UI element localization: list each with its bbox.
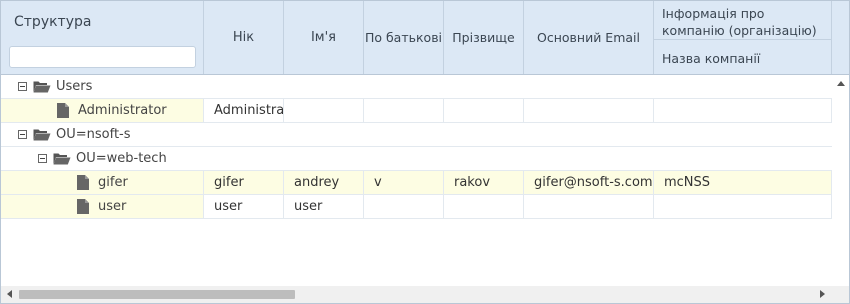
tree-node: gifer xyxy=(77,171,128,194)
tree-row[interactable]: Users xyxy=(1,75,832,99)
column-patronymic[interactable]: По батькові xyxy=(364,1,444,74)
folder-open-icon xyxy=(53,153,71,165)
vertical-scrollbar[interactable] xyxy=(832,75,849,286)
file-icon xyxy=(77,175,89,190)
column-patronymic-label: По батькові xyxy=(364,30,443,45)
column-company-name-label[interactable]: Назва компанії xyxy=(662,51,760,66)
folder-open-icon xyxy=(33,129,51,141)
tree-node-label: user xyxy=(98,199,127,214)
column-surname[interactable]: Прізвище xyxy=(444,1,524,74)
cell-email[interactable] xyxy=(524,99,654,122)
cell-first-name[interactable]: user xyxy=(284,195,364,218)
horizontal-scrollbar[interactable] xyxy=(1,286,849,303)
tree-cell: OU=nsoft-s xyxy=(1,123,832,146)
cell-company[interactable]: mcNSS xyxy=(654,171,832,194)
header-scroll-spacer xyxy=(832,1,849,74)
table-row[interactable]: gifer gifer andrey v rakov gifer@nsoft-s… xyxy=(1,171,832,195)
tree-node: OU=web-tech xyxy=(38,147,167,170)
tree-node-label: gifer xyxy=(98,175,128,190)
cell-company[interactable] xyxy=(654,99,832,122)
directory-grid: Структура Нік Ім'я По батькові Прізвище … xyxy=(0,0,850,304)
structure-search-input[interactable] xyxy=(9,46,196,68)
cell-surname[interactable] xyxy=(444,195,524,218)
tree-cell: Users xyxy=(1,75,832,98)
tree-row[interactable]: OU=nsoft-s xyxy=(1,123,832,147)
cell-company[interactable] xyxy=(654,195,832,218)
column-email[interactable]: Основний Email xyxy=(524,1,654,74)
cell-email[interactable] xyxy=(524,195,654,218)
tree-cell: gifer xyxy=(1,171,204,194)
scroll-right-arrow-icon[interactable] xyxy=(820,290,825,298)
tree-node: OU=nsoft-s xyxy=(18,123,131,146)
tree-cell: user xyxy=(1,195,204,218)
column-structure[interactable]: Структура xyxy=(1,1,204,74)
cell-patronymic[interactable] xyxy=(364,99,444,122)
tree-row[interactable]: OU=web-tech xyxy=(1,147,832,171)
table-row[interactable]: user user user xyxy=(1,195,832,219)
column-first-name[interactable]: Ім'я xyxy=(284,1,364,74)
cell-patronymic[interactable]: v xyxy=(364,171,444,194)
scroll-left-arrow-icon[interactable] xyxy=(7,290,12,298)
column-surname-label: Прізвище xyxy=(452,30,515,45)
scroll-up-arrow-icon[interactable] xyxy=(837,81,845,86)
folder-open-icon xyxy=(33,81,51,93)
tree-node-label: Administrator xyxy=(78,103,167,118)
column-email-label: Основний Email xyxy=(537,30,640,45)
tree-cell: Administrator xyxy=(1,99,204,122)
collapse-toggle-icon[interactable] xyxy=(18,82,27,91)
collapse-toggle-icon[interactable] xyxy=(38,154,47,163)
cell-nick[interactable]: gifer xyxy=(204,171,284,194)
grid-header: Структура Нік Ім'я По батькові Прізвище … xyxy=(1,1,849,75)
tree-node: Administrator xyxy=(57,99,167,122)
horizontal-scrollbar-thumb[interactable] xyxy=(19,290,295,299)
cell-nick[interactable]: user xyxy=(204,195,284,218)
cell-nick[interactable]: Administrat xyxy=(204,99,284,122)
file-icon xyxy=(77,199,89,214)
file-icon xyxy=(57,103,69,118)
tree-cell: OU=web-tech xyxy=(1,147,832,170)
cell-first-name[interactable] xyxy=(284,99,364,122)
cell-patronymic[interactable] xyxy=(364,195,444,218)
column-nick-label: Нік xyxy=(232,30,255,45)
tree-node: Users xyxy=(18,75,92,98)
cell-first-name[interactable]: andrey xyxy=(284,171,364,194)
column-group-divider xyxy=(654,39,831,40)
tree-node-label: OU=nsoft-s xyxy=(56,127,131,142)
cell-surname[interactable] xyxy=(444,99,524,122)
column-group-company: Інформація про компанію (організацію) На… xyxy=(654,1,832,74)
tree-node-label: Users xyxy=(56,79,93,94)
cell-email[interactable]: gifer@nsoft-s.com xyxy=(524,171,654,194)
grid-body: Users Administrator Administrat OU=nsoft… xyxy=(1,75,832,219)
collapse-toggle-icon[interactable] xyxy=(18,130,27,139)
tree-node: user xyxy=(77,195,126,218)
table-row[interactable]: Administrator Administrat xyxy=(1,99,832,123)
column-structure-label: Структура xyxy=(14,14,92,30)
column-first-name-label: Ім'я xyxy=(310,30,337,45)
cell-surname[interactable]: rakov xyxy=(444,171,524,194)
column-nick[interactable]: Нік xyxy=(204,1,284,74)
column-group-company-label: Інформація про компанію (організацію) xyxy=(662,6,817,38)
tree-node-label: OU=web-tech xyxy=(76,151,167,166)
